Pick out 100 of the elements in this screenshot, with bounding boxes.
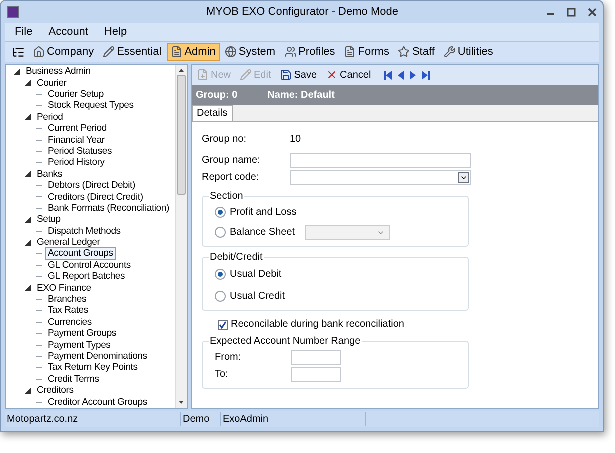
tree-item[interactable]: Current Period: [45, 122, 110, 136]
new-document-icon: [197, 69, 209, 81]
next-record-icon[interactable]: [410, 70, 416, 80]
tree-item[interactable]: Debtors (Direct Debit): [45, 179, 138, 192]
menu-item[interactable]: Account: [46, 24, 90, 40]
status-bar-panel: Demo: [181, 412, 221, 426]
tree-item[interactable]: Business Admin: [23, 65, 94, 78]
pencil-icon: [240, 69, 252, 81]
field-label: Group name:: [202, 154, 262, 168]
tree-icon[interactable]: [12, 46, 25, 58]
scroll-thumb[interactable]: [177, 75, 186, 195]
radio-button[interactable]: [215, 227, 226, 238]
last-record-icon[interactable]: [422, 70, 430, 80]
radio-button[interactable]: [215, 207, 226, 218]
tree-item[interactable]: Period: [34, 110, 66, 124]
tree-item[interactable]: Courier Setup: [45, 88, 108, 101]
maximize-icon[interactable]: [567, 8, 576, 16]
module-tab[interactable]: Utilities: [440, 43, 498, 61]
field-label: Group no:: [202, 132, 248, 146]
field-label: From:: [215, 351, 242, 365]
radio-button[interactable]: [215, 269, 226, 280]
group-number-heading: Group: 0: [196, 88, 238, 102]
document-icon: [170, 46, 183, 58]
tree-item[interactable]: Courier: [34, 76, 70, 90]
tree-item[interactable]: Bank Formats (Reconciliation): [45, 202, 172, 215]
tree-item[interactable]: Tax Return Key Points: [45, 361, 141, 374]
expanded-triangle-icon[interactable]: [14, 68, 20, 75]
group-title: Section: [209, 190, 244, 204]
radio-label: Balance Sheet: [230, 226, 296, 240]
tree-item[interactable]: Credit Terms: [45, 372, 102, 386]
form-icon: [344, 46, 356, 58]
tree-item[interactable]: Creditors (Direct Credit): [45, 190, 146, 204]
module-tab[interactable]: Staff: [394, 43, 439, 61]
wrench-icon: [444, 46, 456, 58]
tree-item[interactable]: EXO Finance: [34, 282, 94, 295]
module-tab[interactable]: Forms: [340, 43, 394, 61]
radio-label: Usual Debit: [230, 268, 282, 282]
tree-item[interactable]: Stock Request Types: [45, 99, 137, 112]
tree-item[interactable]: Payment Groups: [45, 327, 120, 340]
window-title: MYOB EXO Configurator - Demo Mode: [206, 4, 400, 20]
group-title: Expected Account Number Range: [209, 335, 362, 349]
expanded-triangle-icon[interactable]: [25, 114, 31, 120]
tree-item[interactable]: Creditors: [34, 384, 77, 398]
tree-item[interactable]: Payment Types: [45, 338, 114, 352]
module-tab[interactable]: Profiles: [280, 43, 340, 61]
radio-label: Usual Credit: [230, 290, 286, 304]
checkbox[interactable]: [218, 320, 228, 330]
tree-item[interactable]: Payment Denominations: [45, 350, 150, 363]
tree-item[interactable]: GL Control Accounts: [45, 258, 134, 272]
checkbox-label: Reconcilable during bank reconciliation: [231, 318, 404, 332]
module-tab[interactable]: Essential: [99, 43, 166, 61]
expanded-triangle-icon[interactable]: [25, 240, 31, 246]
menu-item[interactable]: File: [13, 24, 35, 40]
tree-item[interactable]: Currencies: [45, 316, 95, 329]
pencil-icon: [103, 46, 116, 58]
tree-item[interactable]: Setup: [34, 213, 64, 226]
group-name-heading: Name: Default: [268, 88, 335, 102]
close-icon[interactable]: [588, 8, 597, 16]
tree-item[interactable]: General Ledger: [34, 236, 104, 250]
tree-item[interactable]: Period History: [45, 156, 108, 170]
field-label: To:: [215, 368, 230, 382]
group-name-field[interactable]: [290, 153, 471, 168]
expanded-triangle-icon[interactable]: [25, 285, 31, 292]
tree-item[interactable]: Account Groups: [45, 247, 116, 260]
radio-label: Profit and Loss: [230, 206, 297, 220]
toolbar-button[interactable]: Save: [278, 68, 320, 82]
expanded-triangle-icon[interactable]: [25, 216, 31, 223]
module-tab[interactable]: System: [220, 43, 280, 61]
tree-item[interactable]: Dispatch Methods: [45, 224, 124, 238]
globe-icon: [224, 46, 237, 58]
star-icon: [398, 46, 410, 58]
people-icon: [284, 46, 297, 58]
group-title: Debit/Credit: [209, 251, 264, 265]
tab[interactable]: Details: [192, 105, 233, 121]
status-bar-panel: Motopartz.co.nz: [5, 412, 181, 426]
tree-item[interactable]: Period Statuses: [45, 144, 116, 158]
first-record-icon[interactable]: [384, 70, 392, 80]
to-field[interactable]: [291, 367, 341, 382]
radio-button[interactable]: [215, 291, 226, 302]
tree-item[interactable]: Tax Rates: [45, 304, 92, 318]
status-bar-panel: ExoAdmin: [221, 412, 366, 426]
from-field[interactable]: [291, 350, 341, 365]
expanded-triangle-icon[interactable]: [25, 171, 31, 178]
expanded-triangle-icon[interactable]: [25, 388, 31, 394]
field-label: Report code:: [202, 171, 260, 185]
toolbar-button[interactable]: Cancel: [324, 68, 374, 82]
tree-item[interactable]: Creditor Account Groups: [45, 396, 150, 408]
tree-item[interactable]: GL Report Batches: [45, 270, 128, 284]
module-tab[interactable]: Admin: [166, 43, 220, 61]
cross-icon: [326, 69, 338, 81]
scrollbar[interactable]: [175, 65, 187, 408]
module-tab[interactable]: Company: [29, 43, 98, 61]
tree-item[interactable]: Financial Year: [45, 134, 108, 147]
tree-item[interactable]: Branches: [45, 293, 90, 306]
tree-item[interactable]: Banks: [34, 168, 66, 181]
previous-record-icon[interactable]: [398, 70, 404, 80]
menu-item[interactable]: Help: [102, 24, 130, 40]
app-icon: [7, 6, 19, 18]
group-number-value: 10: [290, 132, 302, 146]
expanded-triangle-icon[interactable]: [25, 80, 31, 86]
